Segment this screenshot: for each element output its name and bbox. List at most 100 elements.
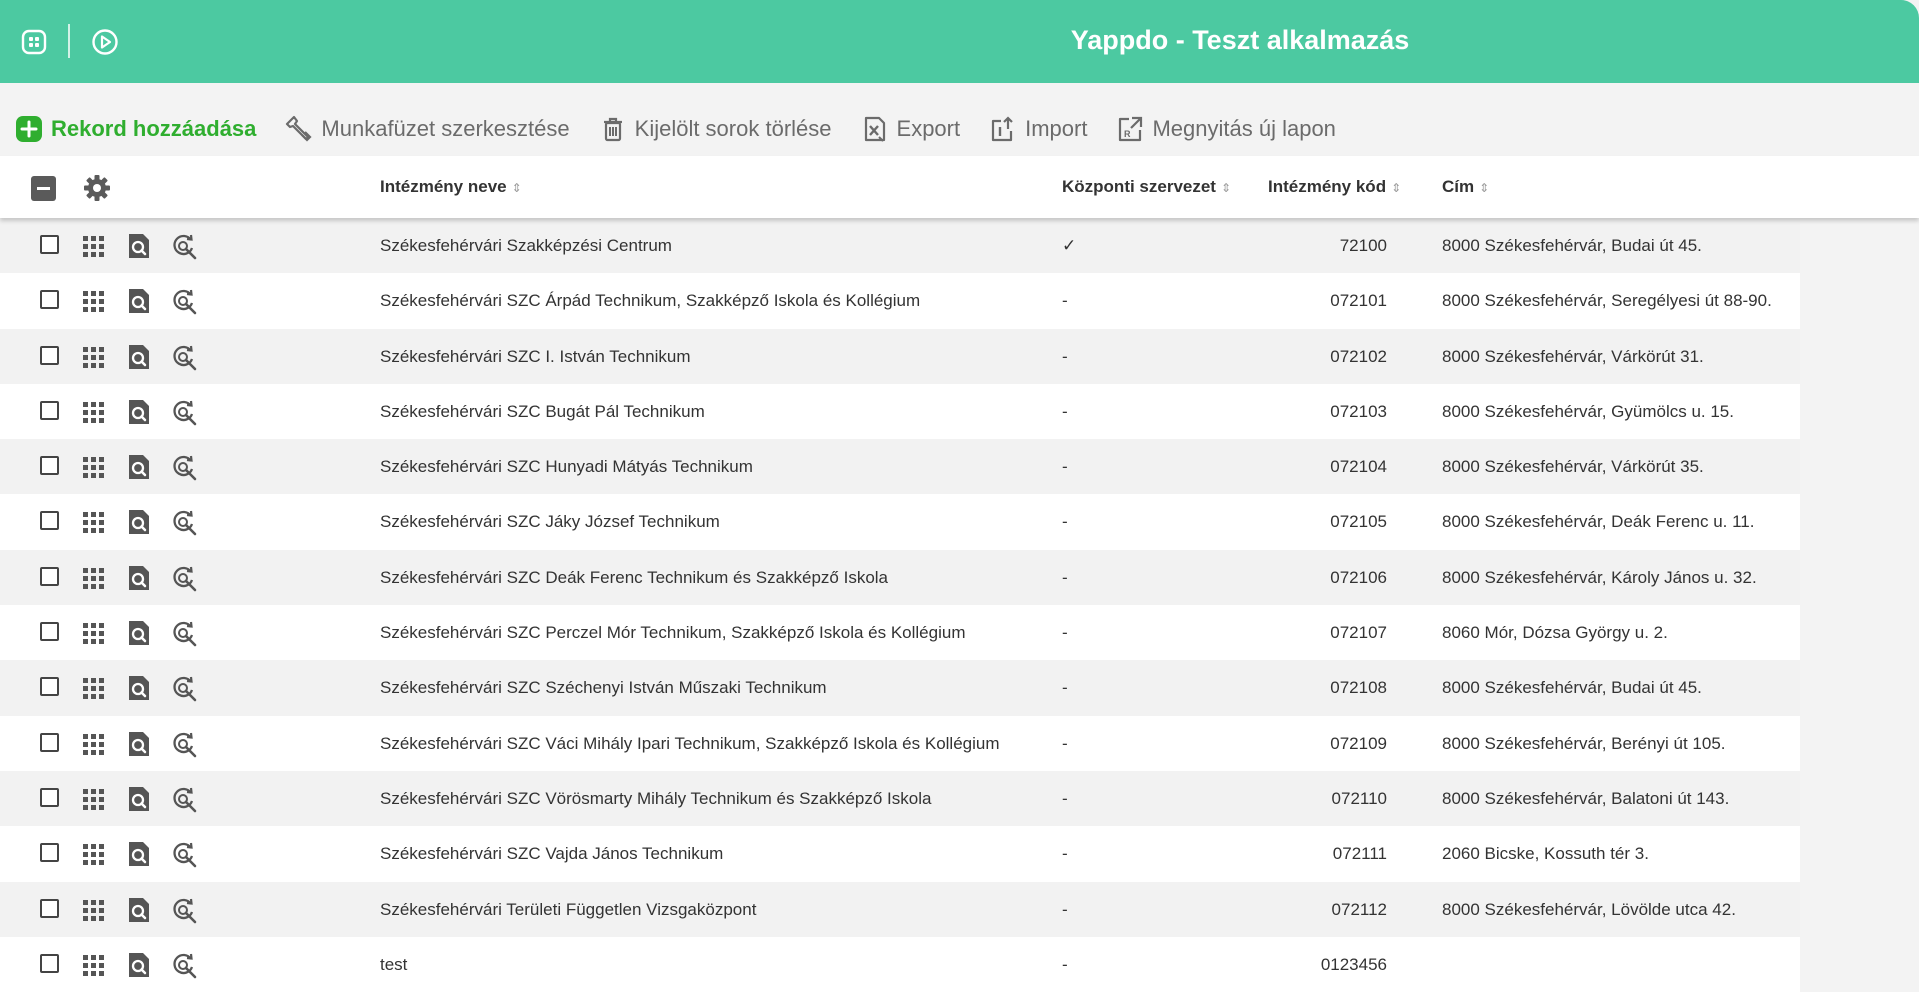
- table-row[interactable]: Székesfehérvári SZC Vajda János Techniku…: [0, 826, 1800, 882]
- view-record-icon[interactable]: [125, 453, 153, 481]
- table-row[interactable]: Székesfehérvári SZC Deák Ferenc Techniku…: [0, 549, 1800, 606]
- view-record-icon[interactable]: [125, 564, 153, 592]
- refresh-search-icon[interactable]: [170, 896, 198, 924]
- row-checkbox[interactable]: [40, 511, 59, 531]
- col-header-name[interactable]: Intézmény neve ⇕: [380, 156, 522, 218]
- grid-view-icon[interactable]: [80, 398, 108, 426]
- col-header-code[interactable]: Intézmény kód ⇕: [1268, 156, 1401, 218]
- cell-code: 072110: [1331, 788, 1387, 808]
- table-row[interactable]: Székesfehérvári SZC Bugát Pál Technikum …: [0, 383, 1800, 440]
- grid-view-icon[interactable]: [80, 951, 108, 979]
- row-checkbox[interactable]: [40, 953, 59, 973]
- grid-view-icon[interactable]: [80, 619, 108, 647]
- grid-view-icon[interactable]: [80, 232, 108, 260]
- row-checkbox[interactable]: [40, 898, 59, 918]
- refresh-search-icon[interactable]: [170, 453, 198, 481]
- cell-central: -: [1062, 788, 1068, 808]
- table-row[interactable]: Székesfehérvári Területi Független Vizsg…: [0, 881, 1800, 937]
- row-checkbox[interactable]: [40, 622, 59, 642]
- add-record-button[interactable]: Rekord hozzáadása: [14, 108, 256, 150]
- table-row[interactable]: Székesfehérvári SZC Hunyadi Mátyás Techn…: [0, 439, 1800, 495]
- select-all-checkbox[interactable]: [31, 176, 56, 201]
- view-record-icon[interactable]: [125, 398, 153, 426]
- row-checkbox[interactable]: [40, 345, 59, 365]
- row-checkbox[interactable]: [40, 677, 59, 697]
- refresh-search-icon[interactable]: [170, 343, 198, 371]
- refresh-search-icon[interactable]: [170, 398, 198, 426]
- grid-view-icon[interactable]: [80, 840, 108, 868]
- cell-name: Székesfehérvári SZC Váci Mihály Ipari Te…: [380, 733, 1000, 753]
- refresh-search-icon[interactable]: [170, 232, 198, 260]
- row-checkbox[interactable]: [40, 290, 59, 310]
- cell-name: Székesfehérvári SZC Széchenyi István Műs…: [380, 678, 827, 698]
- grid-view-icon[interactable]: [80, 508, 108, 536]
- view-record-icon[interactable]: [125, 674, 153, 702]
- refresh-search-icon[interactable]: [170, 674, 198, 702]
- view-record-icon[interactable]: [125, 840, 153, 868]
- refresh-search-icon[interactable]: [170, 951, 198, 979]
- refresh-search-icon[interactable]: [170, 564, 198, 592]
- toolbar: Rekord hozzáadása Munkafüzet szerkesztés…: [0, 108, 1364, 150]
- grid-view-icon[interactable]: [80, 287, 108, 315]
- row-checkbox[interactable]: [40, 566, 59, 586]
- view-record-icon[interactable]: [125, 508, 153, 536]
- view-record-icon[interactable]: [125, 951, 153, 979]
- row-checkbox[interactable]: [40, 235, 59, 254]
- refresh-search-icon[interactable]: [170, 287, 198, 315]
- grid-view-icon[interactable]: [80, 564, 108, 592]
- grid-view-icon[interactable]: [80, 343, 108, 371]
- apps-menu-icon[interactable]: [19, 27, 49, 57]
- play-icon[interactable]: [90, 27, 120, 57]
- cell-name: Székesfehérvári SZC Deák Ferenc Techniku…: [380, 567, 889, 587]
- refresh-search-icon[interactable]: [170, 508, 198, 536]
- grid-view-icon[interactable]: [80, 453, 108, 481]
- table-row[interactable]: Székesfehérvári SZC Vörösmarty Mihály Te…: [0, 770, 1800, 827]
- table-row[interactable]: Székesfehérvári SZC Perczel Mór Techniku…: [0, 605, 1800, 661]
- view-record-icon[interactable]: [125, 785, 153, 813]
- cell-name: Székesfehérvári SZC Jáky József Techniku…: [380, 512, 720, 532]
- refresh-search-icon[interactable]: [170, 619, 198, 647]
- row-checkbox[interactable]: [40, 843, 59, 863]
- col-header-address[interactable]: Cím ⇕: [1442, 156, 1489, 218]
- cell-address: 8000 Székesfehérvár, Budai út 45.: [1442, 678, 1702, 698]
- settings-gear-icon[interactable]: [82, 173, 112, 203]
- cell-central: -: [1062, 678, 1068, 698]
- delete-selected-button[interactable]: Kijelölt sorok törlése: [598, 108, 832, 150]
- open-new-tab-button[interactable]: R Megnyitás új lapon: [1115, 108, 1336, 150]
- view-record-icon[interactable]: [125, 287, 153, 315]
- import-button[interactable]: Import: [988, 108, 1087, 150]
- grid-view-icon[interactable]: [80, 674, 108, 702]
- row-checkbox[interactable]: [40, 456, 59, 476]
- header-divider: [68, 24, 70, 58]
- export-button[interactable]: Export: [860, 108, 960, 150]
- row-checkbox[interactable]: [40, 732, 59, 752]
- cell-central: -: [1062, 346, 1068, 366]
- view-record-icon[interactable]: [125, 896, 153, 924]
- view-record-icon[interactable]: [125, 343, 153, 371]
- view-record-icon[interactable]: [125, 232, 153, 260]
- col-header-central[interactable]: Központi szervezet ⇕: [1062, 156, 1231, 218]
- view-record-icon[interactable]: [125, 730, 153, 758]
- grid-view-icon[interactable]: [80, 785, 108, 813]
- table-row[interactable]: Székesfehérvári SZC Árpád Technikum, Sza…: [0, 273, 1800, 329]
- row-checkbox[interactable]: [40, 400, 59, 420]
- refresh-search-icon[interactable]: [170, 840, 198, 868]
- table-row[interactable]: Székesfehérvári SZC Jáky József Techniku…: [0, 494, 1800, 550]
- table-row[interactable]: Székesfehérvári SZC Széchenyi István Műs…: [0, 660, 1800, 716]
- edit-workbook-label: Munkafüzet szerkesztése: [321, 116, 570, 141]
- cell-address: 8000 Székesfehérvár, Berényi út 105.: [1442, 733, 1726, 753]
- table-row[interactable]: test - 0123456: [0, 936, 1800, 992]
- row-checkbox[interactable]: [40, 787, 59, 807]
- sort-icon: ⇕: [511, 180, 522, 195]
- table-row[interactable]: Székesfehérvári SZC Váci Mihály Ipari Te…: [0, 715, 1800, 771]
- view-record-icon[interactable]: [125, 619, 153, 647]
- cell-code: 072111: [1332, 844, 1387, 864]
- grid-view-icon[interactable]: [80, 730, 108, 758]
- table-row[interactable]: Székesfehérvári SZC I. István Technikum …: [0, 328, 1800, 384]
- add-record-label: Rekord hozzáadása: [51, 116, 257, 141]
- edit-workbook-button[interactable]: Munkafüzet szerkesztése: [284, 108, 570, 150]
- refresh-search-icon[interactable]: [170, 730, 198, 758]
- refresh-search-icon[interactable]: [170, 785, 198, 813]
- table-row[interactable]: Székesfehérvári Szakképzési Centrum ✓ 72…: [0, 218, 1800, 274]
- grid-view-icon[interactable]: [80, 896, 108, 924]
